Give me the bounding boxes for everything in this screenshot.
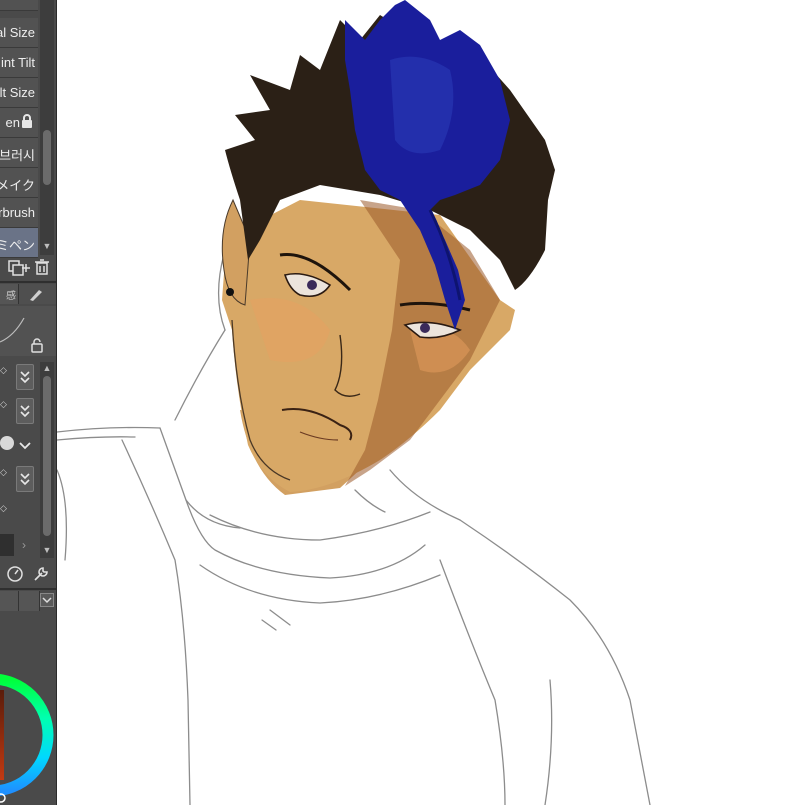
brush-item-label: 브러시 [0, 148, 35, 163]
size-spinner[interactable]: ◇ [0, 365, 13, 391]
property-row-opacity: ◇ [0, 396, 38, 426]
brush-item-partial[interactable] [0, 0, 38, 11]
brush-item[interactable]: en [0, 108, 38, 138]
tab-tool-property[interactable]: 感 [0, 284, 19, 304]
pressure-settings-button[interactable] [16, 364, 34, 390]
drawing-canvas[interactable] [57, 0, 805, 805]
unlock-icon[interactable] [30, 338, 44, 353]
property-row-density: ◇ [0, 464, 38, 494]
brush-item[interactable]: int Tilt [0, 48, 38, 78]
brush-item-selected[interactable]: ミペン [0, 228, 38, 258]
chevron-right-icon[interactable]: › [22, 538, 26, 552]
chevron-down-icon [20, 405, 30, 418]
earring [226, 288, 234, 296]
chevron-up-icon[interactable]: ▲ [40, 362, 54, 374]
scrollbar-thumb[interactable] [43, 376, 51, 536]
chevron-down-icon[interactable]: ▼ [40, 240, 54, 252]
chevron-down-icon[interactable] [17, 437, 33, 453]
brush-item-label: ミペン [0, 238, 35, 253]
brush-tip-circle[interactable] [0, 436, 14, 450]
brush-preview [0, 306, 56, 356]
wrench-icon[interactable] [32, 565, 50, 583]
trash-icon[interactable] [33, 258, 51, 276]
hair-blue-highlight [390, 56, 454, 154]
brush-item-label: lt Size [0, 85, 35, 100]
panel-divider [0, 281, 56, 283]
panel-divider [0, 588, 56, 590]
lock-icon [22, 114, 32, 128]
tab-color-set[interactable] [19, 591, 40, 611]
brush-item[interactable]: al Size [0, 18, 38, 48]
brush-item-label: al Size [0, 25, 35, 40]
slider-track[interactable] [0, 534, 14, 556]
brush-icon [30, 290, 42, 301]
brush-item-label: リメイク [0, 178, 35, 193]
sub-tool-scrollbar[interactable]: ▼ [40, 0, 54, 255]
brush-item-label: rbrush [0, 205, 35, 220]
stabilization-spinner[interactable]: ◇ [0, 503, 13, 529]
chevron-down-icon [20, 473, 30, 486]
density-settings-button[interactable] [16, 466, 34, 492]
pressure-icon[interactable] [6, 565, 24, 583]
property-row-brush-shape [0, 430, 38, 460]
brush-item-label: en [5, 115, 20, 130]
app-window: al Size int Tilt lt Size en 브러시 リメイク [0, 0, 805, 805]
property-row-stabilization: ◇ [0, 500, 38, 530]
brush-item[interactable]: lt Size [0, 78, 38, 108]
brush-item[interactable]: 브러시 [0, 138, 38, 168]
brush-item[interactable]: rbrush [0, 198, 38, 228]
sub-tool-list: al Size int Tilt lt Size en 브러시 リメイク [0, 0, 40, 258]
tab-label: 感 [6, 291, 16, 302]
brush-item[interactable]: リメイク [0, 168, 38, 198]
artwork [57, 0, 651, 805]
tool-panel: al Size int Tilt lt Size en 브러시 リメイク [0, 0, 57, 805]
density-spinner[interactable]: ◇ [0, 467, 13, 493]
tab-brush[interactable] [19, 284, 56, 304]
opacity-settings-button[interactable] [16, 398, 34, 424]
scrollbar-thumb[interactable] [43, 130, 51, 185]
property-row-size: ◇ [0, 362, 38, 392]
chevron-down-icon[interactable]: ▼ [40, 544, 54, 556]
opacity-spinner[interactable]: ◇ [0, 399, 13, 425]
color-wheel[interactable] [0, 650, 54, 805]
brush-item-label: int Tilt [1, 55, 35, 70]
chevron-down-icon[interactable] [40, 593, 54, 607]
property-scrollbar[interactable]: ▲ ▼ [40, 362, 54, 558]
chevron-down-icon [20, 371, 30, 384]
tab-color-wheel[interactable] [0, 591, 19, 611]
